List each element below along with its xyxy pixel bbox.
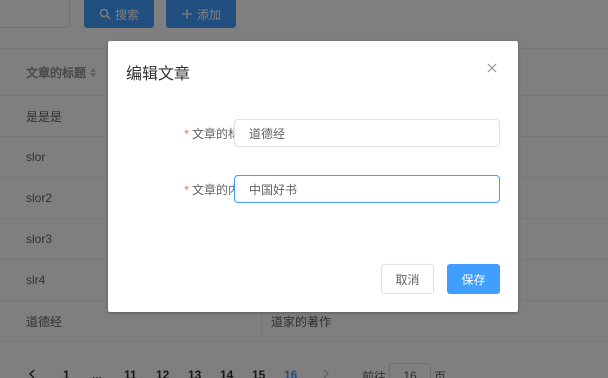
cancel-button[interactable]: 取消 (381, 264, 434, 294)
title-input[interactable] (234, 119, 500, 147)
form-row-title: * 文章的标题 (108, 119, 518, 147)
save-button[interactable]: 保存 (447, 264, 500, 294)
required-mark: * (184, 183, 189, 197)
close-icon[interactable] (485, 61, 499, 75)
content-input[interactable] (234, 175, 500, 203)
edit-article-dialog: 编辑文章 *文章的标题 *文章的内容 取消 保存 (108, 41, 518, 312)
form-row-content: * 文章的内容 (108, 175, 518, 203)
dialog-title: 编辑文章 (126, 66, 191, 83)
required-mark: * (184, 127, 189, 141)
